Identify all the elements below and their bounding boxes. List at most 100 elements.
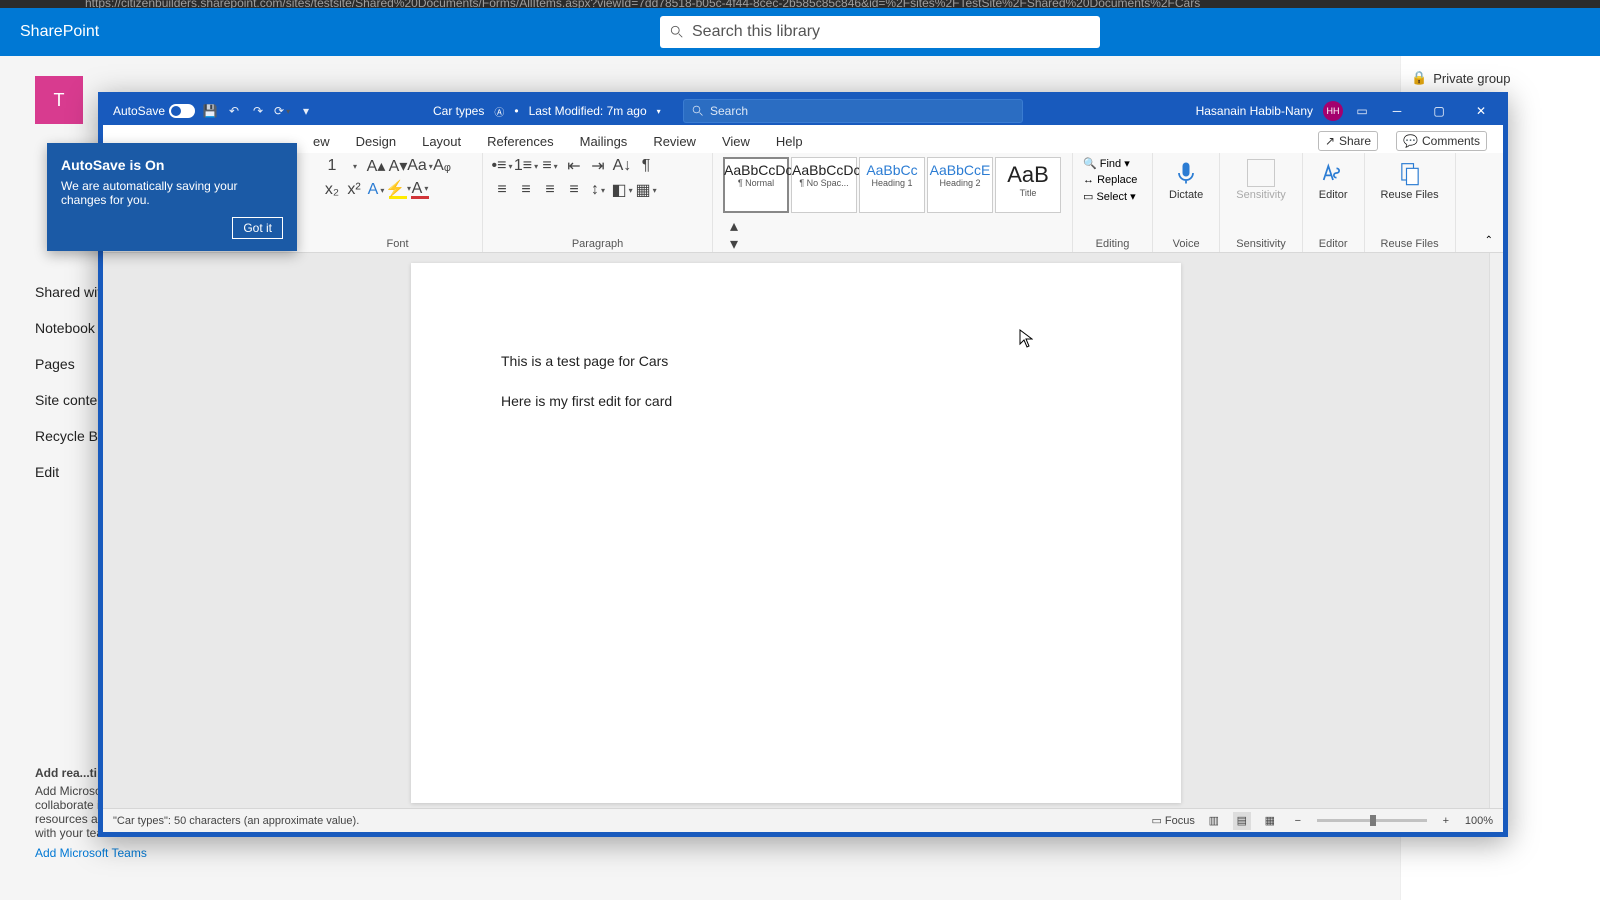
sharepoint-search[interactable]: Search this library: [660, 16, 1100, 48]
save-icon[interactable]: 💾: [201, 102, 219, 120]
doc-paragraph-1[interactable]: This is a test page for Cars: [501, 353, 1091, 369]
doc-title: Car types: [433, 104, 484, 118]
callout-title: AutoSave is On: [61, 157, 283, 173]
font-color-icon[interactable]: A: [411, 181, 429, 199]
reuse-files-button[interactable]: Reuse Files: [1375, 157, 1445, 203]
style-title[interactable]: AaBTitle: [995, 157, 1061, 213]
styles-row-up-icon[interactable]: ▴: [725, 217, 743, 235]
autosave-toggle[interactable]: [169, 104, 195, 118]
multilevel-icon[interactable]: ≡: [541, 157, 559, 175]
style-heading2[interactable]: AaBbCcEHeading 2: [927, 157, 993, 213]
ribbon: 1 A▴ A▾ Aa Aᵩ x₂ x² A ⚡ A Font: [103, 153, 1503, 253]
shrink-font-icon[interactable]: A▾: [389, 157, 407, 175]
change-case-icon[interactable]: Aa: [411, 157, 429, 175]
word-titlebar: AutoSave 💾 ↶ ↷ ⟳ ▾ Car types Ⓐ • Last Mo…: [103, 97, 1503, 125]
tab-draw-partial[interactable]: ew: [313, 130, 330, 153]
select-button[interactable]: ▭ Select ▾: [1083, 190, 1136, 203]
tab-design[interactable]: Design: [356, 130, 396, 153]
tab-help[interactable]: Help: [776, 130, 803, 153]
focus-button[interactable]: ▭ Focus: [1151, 814, 1194, 827]
read-mode-icon[interactable]: ▥: [1205, 812, 1223, 830]
document-surface[interactable]: This is a test page for Cars Here is my …: [103, 253, 1489, 808]
status-left: "Car types": 50 characters (an approxima…: [113, 815, 359, 827]
print-layout-icon[interactable]: ▤: [1233, 812, 1251, 830]
comments-button[interactable]: 💬Comments: [1396, 131, 1487, 151]
zoom-in-icon[interactable]: +: [1437, 812, 1455, 830]
font-size-box[interactable]: 1: [323, 157, 341, 175]
styles-gallery[interactable]: AaBbCcDc¶ Normal AaBbCcDc¶ No Spac... Aa…: [723, 157, 1061, 213]
site-badge[interactable]: T: [35, 76, 83, 124]
user-avatar[interactable]: HH: [1323, 101, 1343, 121]
subscript-icon[interactable]: x₂: [323, 181, 341, 199]
increase-indent-icon[interactable]: ⇥: [589, 157, 607, 175]
grow-font-icon[interactable]: A▴: [367, 157, 385, 175]
editor-button[interactable]: Editor: [1313, 157, 1354, 203]
sharepoint-header: SharePoint Search this library: [0, 8, 1600, 56]
undo-icon[interactable]: ↶: [225, 102, 243, 120]
callout-gotit-button[interactable]: Got it: [232, 217, 283, 239]
show-marks-icon[interactable]: ¶: [637, 157, 655, 175]
autosave-label: AutoSave: [113, 104, 165, 118]
document-page[interactable]: This is a test page for Cars Here is my …: [411, 263, 1181, 803]
lock-icon: 🔒: [1411, 70, 1427, 86]
replace-button[interactable]: ↔ Replace: [1083, 174, 1137, 186]
align-center-icon[interactable]: ≡: [517, 181, 535, 199]
search-placeholder: Search this library: [692, 23, 820, 41]
add-teams-link[interactable]: Add Microsoft Teams: [35, 846, 205, 860]
justify-icon[interactable]: ≡: [565, 181, 583, 199]
clear-format-icon[interactable]: Aᵩ: [433, 157, 451, 175]
tab-review[interactable]: Review: [653, 130, 696, 153]
bullets-icon[interactable]: •≡: [493, 157, 511, 175]
sort-icon[interactable]: A↓: [613, 157, 631, 175]
sensitivity-icon: [1247, 159, 1275, 187]
last-modified[interactable]: Last Modified: 7m ago: [529, 104, 647, 118]
borders-icon[interactable]: ▦: [637, 181, 655, 199]
minimize-button[interactable]: ─: [1381, 99, 1413, 123]
align-left-icon[interactable]: ≡: [493, 181, 511, 199]
editing-group-label: Editing: [1083, 238, 1142, 250]
accessibility-icon[interactable]: Ⓐ: [494, 104, 504, 119]
word-search[interactable]: Search: [683, 99, 1023, 123]
superscript-icon[interactable]: x²: [345, 181, 363, 199]
doc-paragraph-2[interactable]: Here is my first edit for card: [501, 393, 1091, 409]
comment-icon: 💬: [1403, 134, 1418, 148]
reuse-files-icon: [1396, 159, 1424, 187]
numbering-icon[interactable]: 1≡: [517, 157, 535, 175]
search-icon: [692, 105, 704, 117]
line-spacing-icon[interactable]: ↕: [589, 181, 607, 199]
vertical-scrollbar[interactable]: [1489, 253, 1503, 808]
redo-icon[interactable]: ↷: [249, 102, 267, 120]
decrease-indent-icon[interactable]: ⇤: [565, 157, 583, 175]
tab-view[interactable]: View: [722, 130, 750, 153]
maximize-button[interactable]: ▢: [1423, 99, 1455, 123]
web-layout-icon[interactable]: ▦: [1261, 812, 1279, 830]
font-size-dropdown[interactable]: [345, 157, 363, 175]
share-button[interactable]: ↗Share: [1318, 131, 1378, 151]
qat-customize-icon[interactable]: ▾: [297, 102, 315, 120]
tab-references[interactable]: References: [487, 130, 553, 153]
collapse-ribbon-icon[interactable]: ⌃: [1485, 235, 1493, 246]
style-no-spacing[interactable]: AaBbCcDc¶ No Spac...: [791, 157, 857, 213]
styles-row-down-icon[interactable]: ▾: [725, 235, 743, 253]
tab-mailings[interactable]: Mailings: [580, 130, 628, 153]
sensitivity-group-label: Sensitivity: [1230, 238, 1292, 250]
dictate-button[interactable]: Dictate: [1163, 157, 1209, 203]
sensitivity-button: Sensitivity: [1230, 157, 1292, 203]
zoom-slider[interactable]: [1317, 819, 1427, 822]
tab-layout[interactable]: Layout: [422, 130, 461, 153]
search-icon: [670, 25, 684, 39]
private-group-row: 🔒 Private group: [1411, 70, 1590, 86]
word-window: AutoSave 💾 ↶ ↷ ⟳ ▾ Car types Ⓐ • Last Mo…: [98, 92, 1508, 837]
zoom-out-icon[interactable]: −: [1289, 812, 1307, 830]
sync-icon[interactable]: ⟳: [273, 102, 291, 120]
close-button[interactable]: ✕: [1465, 99, 1497, 123]
find-button[interactable]: 🔍 Find ▾: [1083, 157, 1130, 170]
zoom-value[interactable]: 100%: [1465, 815, 1493, 827]
ribbon-display-icon[interactable]: ▭: [1353, 102, 1371, 120]
highlight-icon[interactable]: ⚡: [389, 181, 407, 199]
shading-icon[interactable]: ◧: [613, 181, 631, 199]
align-right-icon[interactable]: ≡: [541, 181, 559, 199]
style-normal[interactable]: AaBbCcDc¶ Normal: [723, 157, 789, 213]
style-heading1[interactable]: AaBbCcHeading 1: [859, 157, 925, 213]
text-effects-icon[interactable]: A: [367, 181, 385, 199]
